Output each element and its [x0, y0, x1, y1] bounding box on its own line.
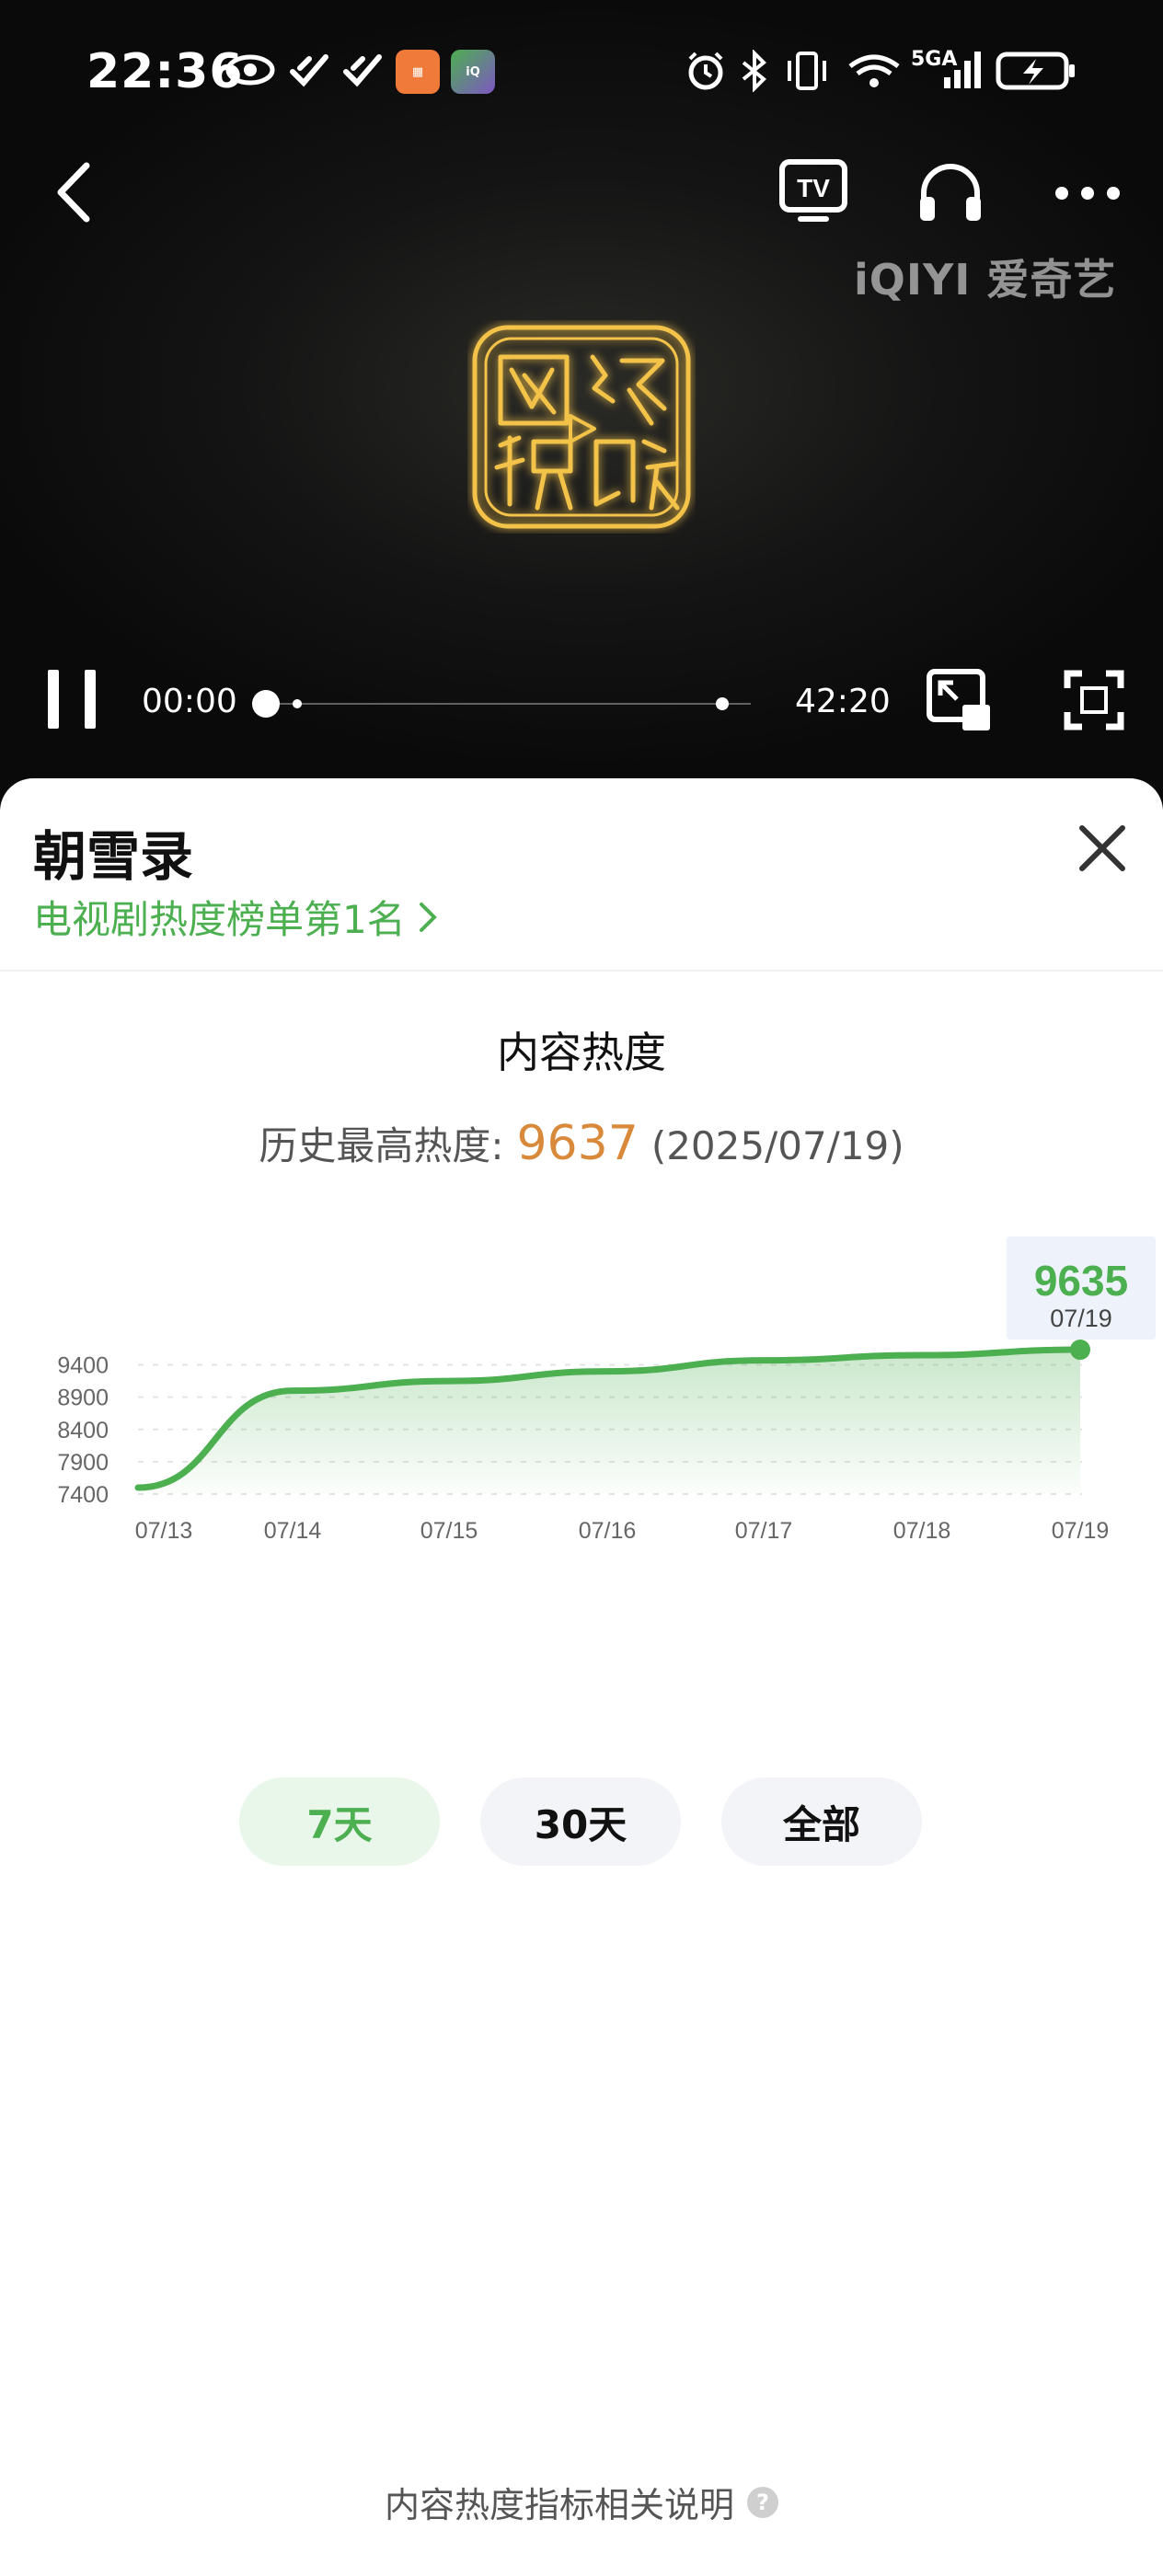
highlight-date: 07/19: [1050, 1305, 1112, 1332]
x-tick-label: 07/16: [579, 1518, 637, 1544]
y-tick-label: 9400: [57, 1353, 109, 1379]
alarm-icon: [688, 52, 723, 90]
range-tabs: 7天 30天 全部: [0, 1777, 1163, 1869]
y-tick-label: 8400: [57, 1418, 109, 1443]
eye-icon: [225, 54, 275, 86]
rank-link[interactable]: 电视剧热度榜单第1名: [33, 889, 439, 945]
peak-label: 历史最高热度:: [259, 1123, 504, 1168]
svg-text:TV: TV: [797, 174, 830, 202]
y-tick-label: 8900: [57, 1386, 109, 1411]
x-tick-label: 07/17: [735, 1518, 793, 1544]
close-icon[interactable]: [1073, 819, 1132, 878]
app-notification-icon: [290, 54, 328, 87]
battery-icon: [996, 52, 1075, 90]
x-tick-label: 07/18: [893, 1518, 951, 1544]
y-tick-label: 7400: [57, 1482, 109, 1508]
tv-cast-icon[interactable]: TV: [778, 158, 848, 223]
iqiyi-app-icon: iQ: [451, 50, 495, 94]
wifi-icon: [848, 54, 900, 87]
show-title: 朝雪录: [33, 825, 194, 888]
divider: [0, 970, 1163, 972]
heat-chart[interactable]: 7400 7900 8400 8900 9400 07/13 07/14 07/15 07/16…: [0, 1229, 1163, 1560]
x-tick-label: 07/13: [135, 1518, 193, 1544]
more-icon[interactable]: [1053, 184, 1123, 202]
app-icon-orange: ▦: [396, 50, 440, 94]
fullscreen-icon[interactable]: [1064, 670, 1124, 730]
peak-value: 9637: [516, 1116, 639, 1171]
progress-marker: [293, 699, 302, 708]
help-icon: ?: [747, 2486, 778, 2518]
heat-index-explanation-link[interactable]: 内容热度指标相关说明 ?: [0, 2477, 1163, 2527]
status-time: 22:36: [86, 44, 244, 99]
playback-controls: 00:00 42:20: [0, 662, 1163, 736]
rank-link-label: 电视剧热度榜单第1名: [33, 897, 406, 942]
heat-info-sheet: 朝雪录 电视剧热度榜单第1名 内容热度 历史最高热度: 9637 (2025/07/…: [0, 778, 1163, 2576]
current-time: 00:00: [142, 683, 237, 720]
tab-all[interactable]: 全部: [721, 1777, 922, 1866]
network-audiovisual-seal-logo: [472, 325, 691, 529]
tab-7-days[interactable]: 7天: [239, 1777, 440, 1866]
x-tick-label: 07/19: [1052, 1518, 1110, 1544]
progress-track[interactable]: [272, 703, 751, 705]
back-icon[interactable]: [52, 162, 96, 223]
total-time: 42:20: [795, 683, 891, 720]
peak-heat-line: 历史最高热度: 9637 (2025/07/19): [0, 1115, 1163, 1171]
footer-note-label: 内容热度指标相关说明: [384, 2485, 734, 2525]
x-tick-label: 07/15: [420, 1518, 478, 1544]
status-bar: 22:36 ▦ iQ 5GA: [0, 37, 1163, 110]
highlight-point: [1070, 1340, 1090, 1361]
y-tick-label: 7900: [57, 1450, 109, 1476]
vibrate-icon: [788, 52, 826, 90]
peak-date: (2025/07/19): [651, 1123, 904, 1168]
signal-icon: [944, 52, 981, 88]
highlight-value: 9635: [1034, 1257, 1128, 1305]
picture-in-picture-icon[interactable]: [926, 668, 992, 732]
headphones-icon[interactable]: [916, 160, 985, 224]
bluetooth-icon: [742, 50, 766, 92]
tab-30-days[interactable]: 30天: [480, 1777, 681, 1866]
app-notification-icon-2: [343, 54, 382, 87]
progress-knob[interactable]: [252, 690, 280, 718]
section-title: 内容热度: [497, 1028, 666, 1077]
chevron-right-icon: [419, 902, 437, 932]
pause-button[interactable]: [48, 670, 103, 729]
x-tick-label: 07/14: [264, 1518, 322, 1544]
iqiyi-watermark: iQIYI 爱奇艺: [854, 255, 1117, 305]
video-player[interactable]: 22:36 ▦ iQ 5GA TV iQIYI 爱奇艺 00:00 42:20: [0, 0, 1163, 810]
chapter-marker: [716, 697, 729, 710]
